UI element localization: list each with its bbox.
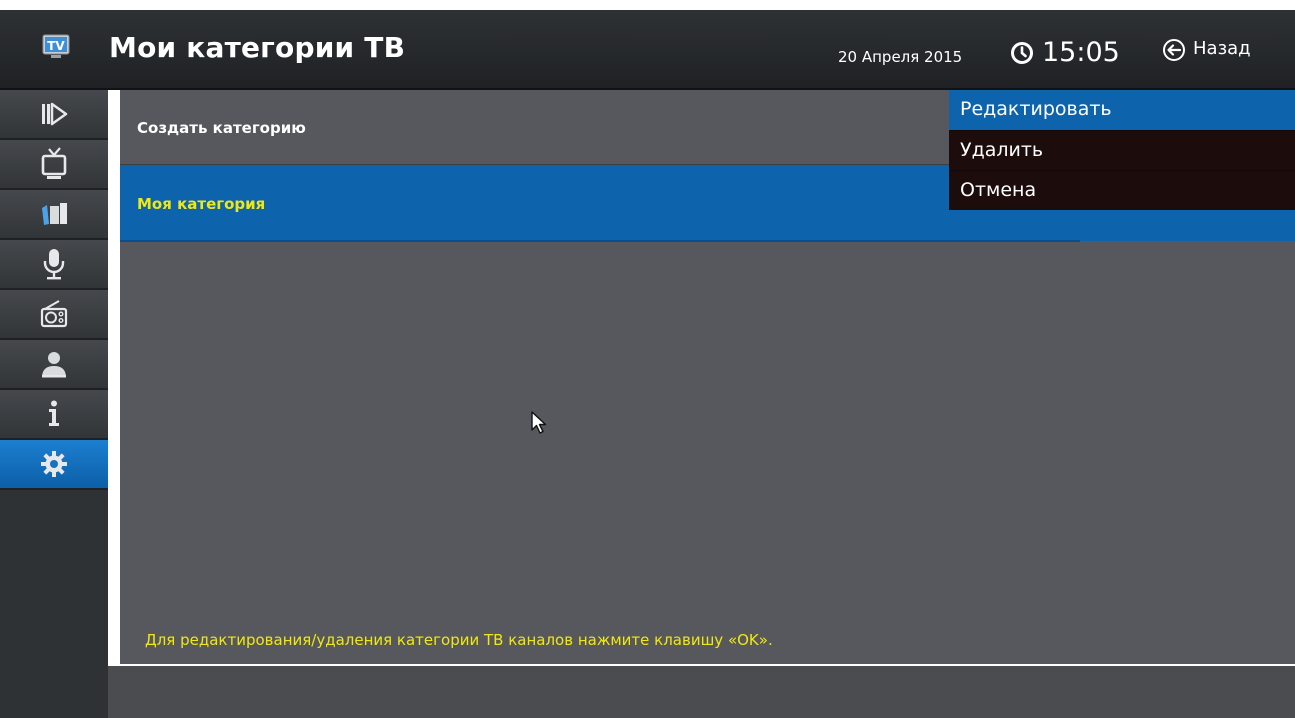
sidebar-item-tv[interactable] (0, 140, 108, 190)
sidebar-item-radio[interactable] (0, 290, 108, 340)
sidebar-item-play[interactable] (0, 90, 108, 140)
user-icon (42, 352, 66, 378)
time-label: 15:05 (1042, 37, 1120, 68)
info-icon (49, 400, 59, 426)
menu-item-edit[interactable]: Редактировать (949, 90, 1295, 130)
menu-item-label: Удалить (960, 139, 1044, 161)
radio-icon (40, 300, 68, 328)
microphone-icon (43, 249, 65, 280)
menu-item-delete[interactable]: Удалить (949, 130, 1295, 170)
tv-screen: TV Мои категории ТВ 20 Апреля 2015 15:05… (0, 10, 1295, 718)
sidebar-item-settings[interactable] (0, 440, 108, 490)
tv-logo-icon: TV (42, 34, 70, 58)
play-icon (42, 102, 68, 126)
sidebar-item-user[interactable] (0, 340, 108, 390)
sidebar (0, 90, 108, 718)
list-item-label: Создать категорию (137, 119, 306, 137)
menu-item-label: Редактировать (960, 98, 1112, 120)
sidebar-item-microphone[interactable] (0, 240, 108, 290)
menu-item-cancel[interactable]: Отмена (949, 170, 1295, 210)
menu-item-label: Отмена (960, 179, 1037, 201)
tv-icon (41, 147, 67, 179)
list-item-label: Моя категория (137, 195, 266, 213)
svg-text:TV: TV (47, 39, 65, 53)
header-bar: TV Мои категории ТВ 20 Апреля 2015 15:05… (0, 10, 1295, 90)
sidebar-item-info[interactable] (0, 390, 108, 440)
bottom-bar (108, 666, 1295, 718)
row-divider (120, 240, 1080, 242)
clock-icon (1011, 42, 1033, 64)
hint-text: Для редактирования/удаления категории ТВ… (145, 631, 773, 649)
media-icon (42, 203, 67, 225)
mouse-cursor-icon (531, 411, 547, 434)
context-menu: Редактировать Удалить Отмена (949, 90, 1295, 210)
date-label: 20 Апреля 2015 (838, 48, 963, 66)
back-arrow-icon (1163, 39, 1185, 61)
sidebar-item-media[interactable] (0, 190, 108, 240)
page-title: Мои категории ТВ (109, 31, 406, 64)
gear-icon (41, 451, 67, 477)
back-label: Назад (1193, 38, 1251, 59)
